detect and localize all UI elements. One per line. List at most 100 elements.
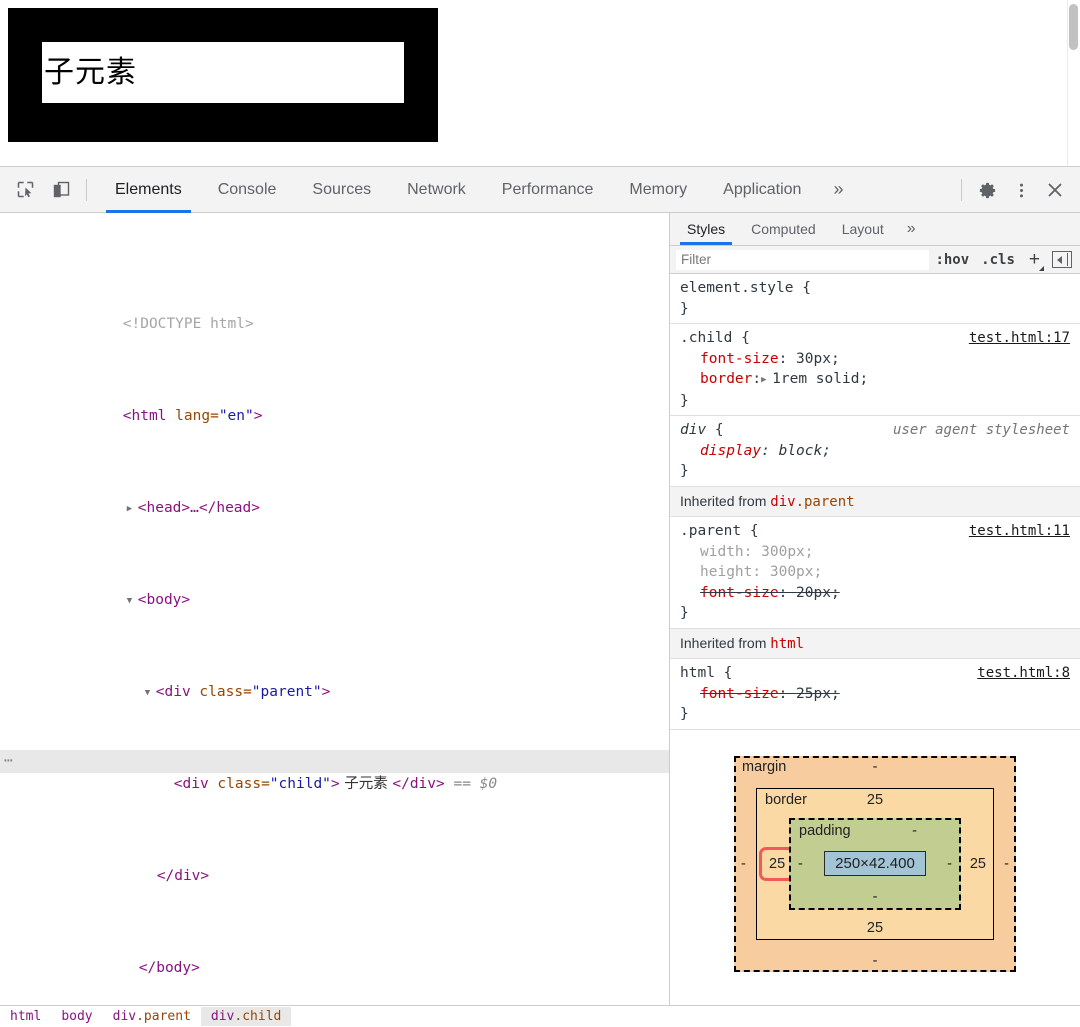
box-model-padding-label: padding <box>799 823 851 839</box>
declaration-property[interactable]: font-size <box>700 351 779 367</box>
margin-top-value[interactable]: - <box>873 759 878 775</box>
tab-application[interactable]: Application <box>705 167 819 213</box>
breadcrumb-item-html[interactable]: html <box>0 1007 51 1026</box>
new-style-rule-button[interactable]: + <box>1021 250 1044 269</box>
declaration-value[interactable]: 30px <box>796 351 831 367</box>
collapse-body-icon[interactable]: ▼ <box>127 590 138 613</box>
box-model-border-region[interactable]: border 25 25 25 25 padding - <box>756 788 994 940</box>
declaration-value[interactable]: 25px <box>796 686 831 702</box>
border-top-value[interactable]: 25 <box>867 792 883 808</box>
inherited-source-class[interactable]: .parent <box>796 494 855 510</box>
declaration-value[interactable]: block <box>779 443 823 459</box>
declaration-width[interactable]: width: 300px; <box>680 542 1072 563</box>
breadcrumb-tag: div <box>113 1009 136 1024</box>
declaration-property[interactable]: display <box>700 443 761 459</box>
rule-source-link[interactable]: test.html:17 <box>969 328 1070 349</box>
declaration-font-size-overridden[interactable]: font-size: 25px; <box>680 684 1072 705</box>
inherited-source-tag[interactable]: div <box>770 494 795 510</box>
declaration-value[interactable]: 20px <box>796 585 831 601</box>
padding-bottom-value[interactable]: - <box>873 889 878 905</box>
collapse-parent-icon[interactable]: ▼ <box>145 682 156 705</box>
tab-console[interactable]: Console <box>200 167 295 213</box>
inspect-element-icon[interactable] <box>10 175 40 205</box>
rule-selector[interactable]: div <box>680 422 706 438</box>
declaration-property[interactable]: font-size <box>700 585 779 601</box>
rule-parent[interactable]: test.html:11 .parent { width: 300px; hei… <box>670 517 1080 629</box>
declaration-property[interactable]: border <box>700 371 752 387</box>
declaration-value[interactable]: 300px <box>761 544 805 560</box>
tab-memory[interactable]: Memory <box>611 167 705 213</box>
margin-left-value[interactable]: - <box>741 856 746 872</box>
padding-top-value[interactable]: - <box>912 823 917 839</box>
padding-right-value[interactable]: - <box>947 856 952 872</box>
more-styles-tabs-icon[interactable]: » <box>897 213 926 245</box>
box-model-content-size[interactable]: 250×42.400 <box>824 851 926 876</box>
margin-bottom-value[interactable]: - <box>873 953 878 969</box>
border-right-value[interactable]: 25 <box>970 856 986 872</box>
device-toolbar-icon[interactable] <box>46 175 76 205</box>
tab-styles[interactable]: Styles <box>674 213 738 245</box>
dom-tree-pane[interactable]: <!DOCTYPE html> <html lang="en"> ▶<head>… <box>0 213 670 1005</box>
dom-row-doctype[interactable]: <!DOCTYPE html> <box>0 290 669 313</box>
tab-performance[interactable]: Performance <box>484 167 612 213</box>
declaration-border[interactable]: border:▶1rem solid; <box>680 369 1072 391</box>
toggle-element-classes-button[interactable]: .cls <box>975 252 1021 268</box>
inherited-source-tag[interactable]: html <box>770 636 804 652</box>
dom-row-body-close[interactable]: </body> <box>0 934 669 957</box>
box-model-margin-region[interactable]: margin - - - - border 25 25 25 <box>734 756 1016 972</box>
dom-row-parent-close[interactable]: </div> <box>0 842 669 865</box>
dom-row-child[interactable]: ⋯<div class="child"> 子元素 </div> == $0 <box>0 750 669 773</box>
rule-child[interactable]: test.html:17 .child { font-size: 30px; b… <box>670 324 1080 416</box>
rule-selector[interactable]: .parent <box>680 523 741 539</box>
declaration-property[interactable]: height <box>700 564 752 580</box>
row-more-icon[interactable]: ⋯ <box>4 750 14 773</box>
tab-computed[interactable]: Computed <box>738 213 829 245</box>
child-closing-tag: </div> <box>392 776 444 792</box>
rule-selector[interactable]: html <box>680 665 715 681</box>
kebab-menu-icon[interactable] <box>1004 173 1038 207</box>
viewport-scrollbar[interactable] <box>1067 0 1080 166</box>
tab-sources[interactable]: Sources <box>294 167 389 213</box>
rule-source-link[interactable]: test.html:8 <box>977 663 1070 684</box>
box-model-padding-region[interactable]: padding - - - - 250×42.400 <box>789 818 961 910</box>
declaration-height[interactable]: height: 300px; <box>680 562 1072 583</box>
declaration-property[interactable]: width <box>700 544 744 560</box>
toggle-sidebar-arrow-icon <box>1057 256 1062 264</box>
declaration-font-size[interactable]: font-size: 30px; <box>680 349 1072 370</box>
close-icon[interactable] <box>1038 173 1072 207</box>
devtools-toolbar: Elements Console Sources Network Perform… <box>0 167 1080 213</box>
styles-filter-input[interactable] <box>676 250 929 270</box>
rule-element-style[interactable]: element.style { } <box>670 274 1080 324</box>
rule-selector[interactable]: .child <box>680 330 732 346</box>
dom-row-head[interactable]: ▶<head>…</head> <box>0 474 669 497</box>
padding-left-value[interactable]: - <box>798 856 803 872</box>
dom-row-body-open[interactable]: ▼<body> <box>0 566 669 589</box>
breadcrumb-item-div-child[interactable]: div.child <box>201 1007 291 1026</box>
toggle-sidebar-icon[interactable] <box>1052 251 1072 268</box>
more-tabs-icon[interactable]: » <box>819 167 857 213</box>
plus-dropdown-icon[interactable] <box>1039 266 1044 271</box>
breadcrumb-item-body[interactable]: body <box>51 1007 102 1026</box>
rule-source-link[interactable]: test.html:11 <box>969 521 1070 542</box>
declaration-value[interactable]: 300px <box>770 564 814 580</box>
dom-row-parent-open[interactable]: ▼<div class="parent"> <box>0 658 669 681</box>
declaration-value[interactable]: 1rem solid <box>772 371 859 387</box>
border-bottom-value[interactable]: 25 <box>867 920 883 936</box>
expand-shorthand-icon[interactable]: ▶ <box>761 370 772 391</box>
rule-div-user-agent[interactable]: user agent stylesheet div { display: blo… <box>670 416 1080 487</box>
toggle-pseudo-classes-button[interactable]: :hov <box>929 252 975 268</box>
tab-elements[interactable]: Elements <box>97 167 200 213</box>
declaration-font-size-overridden[interactable]: font-size: 20px; <box>680 583 1072 604</box>
tab-network[interactable]: Network <box>389 167 484 213</box>
expand-head-icon[interactable]: ▶ <box>127 498 138 521</box>
tab-layout[interactable]: Layout <box>829 213 897 245</box>
rule-html[interactable]: test.html:8 html { font-size: 25px; } <box>670 659 1080 730</box>
breadcrumb-item-div-parent[interactable]: div.parent <box>103 1007 201 1026</box>
rule-selector[interactable]: element.style <box>680 280 794 296</box>
dom-row-html-open[interactable]: <html lang="en"> <box>0 382 669 405</box>
gear-icon[interactable] <box>970 173 1004 207</box>
margin-right-value[interactable]: - <box>1004 856 1009 872</box>
declaration-property[interactable]: font-size <box>700 686 779 702</box>
declaration-display[interactable]: display: block; <box>680 441 1072 462</box>
viewport-scrollbar-thumb[interactable] <box>1069 4 1078 50</box>
